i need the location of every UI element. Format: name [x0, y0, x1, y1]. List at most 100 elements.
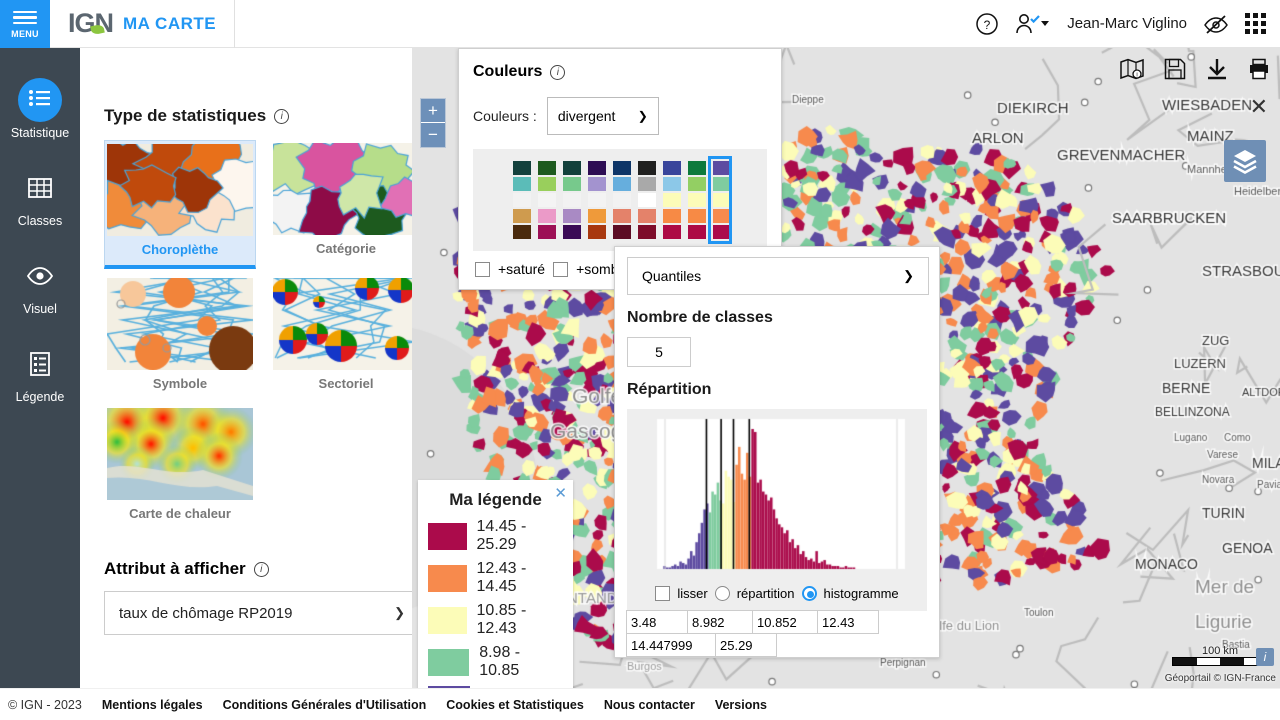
palette-option-2[interactable] [561, 159, 581, 241]
legend-row: 8.98 - 10.85 [428, 644, 563, 680]
stat-card-symbole[interactable]: Symbole [104, 275, 256, 399]
footer-link-cgu[interactable]: Conditions Générales d'Utilisation [223, 698, 427, 712]
histogram-container: lisser répartition histogramme [627, 409, 927, 611]
username-label: Jean-Marc Viglino [1067, 15, 1187, 32]
stat-card-thumb [107, 278, 253, 370]
left-rail: Statistique Classes Visuel Légende [0, 48, 80, 688]
stat-card-sectoriel[interactable]: Sectoriel [270, 275, 412, 399]
list-icon [18, 78, 62, 122]
sidebar-item-classes[interactable]: Classes [0, 166, 80, 228]
sidebar-item-legende[interactable]: Légende [0, 342, 80, 404]
brand[interactable]: IGN MA CARTE [50, 0, 236, 48]
chevron-down-icon: ❯ [903, 268, 914, 283]
stat-card-categorie[interactable]: Catégorie [270, 140, 412, 269]
class-break-input-4[interactable]: 14.447999 [626, 633, 716, 657]
menu-button[interactable]: MENU [0, 0, 50, 48]
legend-row: 14.45 - 25.29 [428, 518, 563, 554]
class-break-input-5[interactable]: 25.29 [715, 633, 777, 657]
map-legend-panel: ✕ Ma légende 14.45 - 25.29 12.43 - 14.45 1… [418, 480, 573, 720]
class-break-input-2[interactable]: 10.852 [752, 610, 818, 634]
sidebar-label-statistique: Statistique [10, 126, 70, 140]
info-icon[interactable]: i [550, 64, 566, 80]
save-icon[interactable] [1164, 58, 1186, 80]
colors-panel-title: Couleurs i [473, 63, 767, 81]
footer-link-mentions-legales[interactable]: Mentions légales [102, 698, 203, 712]
colors-title-label: Couleurs [473, 63, 543, 80]
info-icon[interactable]: i [274, 108, 290, 124]
stat-card-label: Choroplèthe [141, 242, 219, 257]
hamburger-icon [13, 8, 37, 28]
class-breaks-grid: 3.48 8.982 10.852 12.43 14.447999 25.29 [626, 610, 927, 657]
close-stat-panel-button[interactable]: ✕ [1250, 96, 1268, 118]
palette-option-0[interactable] [511, 159, 531, 241]
palette-option-1[interactable] [536, 159, 556, 241]
legend-swatch [428, 648, 470, 676]
palette-option-4[interactable] [611, 159, 631, 241]
stat-type-cards: Choroplèthe Catégorie Symbole Sectoriel … [104, 140, 412, 529]
distribution-histogram[interactable] [635, 415, 921, 575]
class-break-input-3[interactable]: 12.43 [817, 610, 879, 634]
zoom-out-button[interactable]: − [421, 123, 445, 147]
eye-icon [18, 254, 62, 298]
palette-option-7[interactable] [686, 159, 706, 241]
stat-panel: Type de statistiques i Choroplèthe Catég… [80, 88, 412, 688]
palette-option-8[interactable] [708, 156, 732, 244]
stat-card-choroplethe[interactable]: Choroplèthe [104, 140, 256, 269]
zoom-in-button[interactable]: + [421, 99, 445, 123]
class-count-input[interactable]: 5 [627, 337, 691, 367]
palette-option-5[interactable] [636, 159, 656, 241]
print-icon[interactable] [1248, 58, 1270, 80]
stat-card-label: Sectoriel [318, 376, 374, 391]
repartition-radio[interactable] [714, 586, 730, 601]
palette-option-6[interactable] [661, 159, 681, 241]
classification-method-select[interactable]: Quantiles ❯ [627, 257, 929, 295]
legend-row: 10.85 - 12.43 [428, 602, 563, 638]
stat-card-carte-de-chaleur[interactable]: Carte de chaleur [104, 405, 256, 529]
stat-card-label: Symbole [152, 376, 208, 391]
close-legend-button[interactable]: ✕ [554, 484, 567, 502]
map-legend-icon[interactable]: i [1120, 58, 1144, 80]
palette-option-3[interactable] [586, 159, 606, 241]
colors-mode-value: divergent [557, 108, 616, 124]
app-name: MA CARTE [123, 13, 217, 33]
smooth-checkbox[interactable] [655, 586, 671, 601]
sidebar-label-legende: Légende [15, 390, 65, 404]
zoom-control[interactable]: + − [420, 98, 446, 148]
sidebar-item-visuel[interactable]: Visuel [0, 254, 80, 316]
scale-label: 100 km [1201, 645, 1239, 657]
footer: © IGN - 2023 Mentions légales Conditions… [0, 688, 1280, 720]
layers-button[interactable] [1224, 140, 1266, 182]
svg-text:i: i [1136, 73, 1137, 79]
repartition-label: répartition [736, 586, 795, 601]
colors-mode-select[interactable]: divergent ❯ [546, 97, 659, 135]
footer-link-versions[interactable]: Versions [715, 698, 767, 712]
stat-card-label: Carte de chaleur [129, 506, 231, 521]
sidebar-label-visuel: Visuel [23, 302, 57, 316]
palette-swatch-grid[interactable] [473, 149, 767, 251]
stat-card-thumb [273, 278, 412, 370]
eye-off-icon[interactable] [1203, 14, 1229, 34]
stat-card-thumb [107, 144, 253, 236]
class-count-title: Nombre de classes [627, 309, 773, 326]
footer-link-cookies[interactable]: Cookies et Statistiques [446, 698, 584, 712]
download-icon[interactable] [1206, 58, 1228, 80]
saturate-checkbox[interactable] [475, 261, 490, 277]
histogramme-radio[interactable] [801, 586, 817, 601]
class-break-input-1[interactable]: 8.982 [687, 610, 753, 634]
map-info-badge[interactable]: i [1256, 648, 1274, 666]
info-icon[interactable]: i [253, 561, 269, 577]
classification-method-value: Quantiles [642, 268, 702, 284]
layers-icon [1233, 150, 1257, 174]
darken-checkbox[interactable] [553, 261, 569, 277]
stat-panel-title: Type de statistiques [104, 106, 267, 125]
sidebar-label-classes: Classes [17, 214, 63, 228]
help-circle-icon[interactable]: ? [975, 12, 999, 36]
attribute-select[interactable]: taux de chômage RP2019 ❯ [104, 591, 412, 635]
user-check-icon[interactable] [1015, 13, 1051, 35]
attribute-select-value: taux de chômage RP2019 [119, 604, 293, 622]
legend-row: 12.43 - 14.45 [428, 560, 563, 596]
class-break-input-0[interactable]: 3.48 [626, 610, 688, 634]
sidebar-item-statistique[interactable]: Statistique [0, 78, 80, 140]
footer-link-contact[interactable]: Nous contacter [604, 698, 695, 712]
apps-grid-icon[interactable] [1245, 13, 1266, 34]
